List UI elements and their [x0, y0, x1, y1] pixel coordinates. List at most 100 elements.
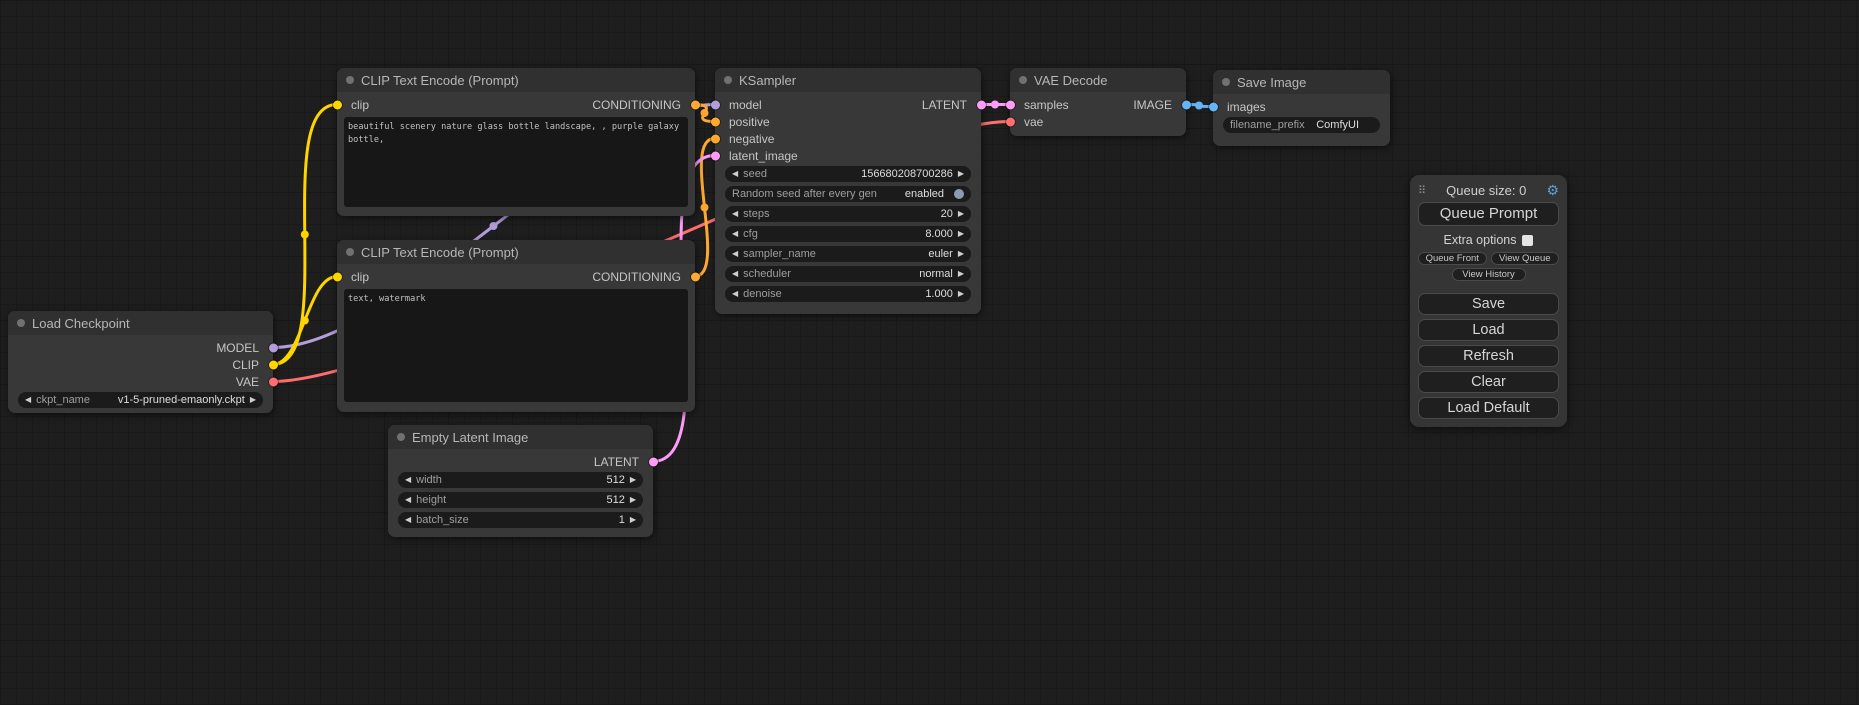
node-header[interactable]: CLIP Text Encode (Prompt) [337, 240, 695, 264]
node-empty-latent-image[interactable]: Empty Latent Image LATENT ◀ width 512 ▶ … [388, 425, 653, 537]
negative-input-dot[interactable] [711, 134, 720, 143]
node-title: Save Image [1237, 75, 1306, 90]
prev-value-arrow-icon[interactable]: ◀ [732, 210, 738, 218]
queue-menu-panel: ⠿ Queue size: 0 ⚙ Queue Prompt Extra opt… [1410, 175, 1567, 427]
steps-widget[interactable]: ◀ steps 20 ▶ [725, 206, 971, 222]
conditioning-output-dot[interactable] [691, 272, 700, 281]
collapse-dot-icon[interactable] [1019, 76, 1027, 84]
save-button[interactable]: Save [1418, 293, 1559, 315]
next-value-arrow-icon[interactable]: ▶ [958, 230, 964, 238]
next-value-arrow-icon[interactable]: ▶ [250, 396, 256, 404]
next-value-arrow-icon[interactable]: ▶ [958, 270, 964, 278]
view-history-button[interactable]: View History [1452, 268, 1526, 281]
queue-front-button[interactable]: Queue Front [1418, 252, 1487, 265]
positive-prompt-textarea[interactable]: beautiful scenery nature glass bottle la… [344, 117, 688, 207]
drag-handle-icon[interactable]: ⠿ [1418, 184, 1426, 197]
settings-gear-icon[interactable]: ⚙ [1546, 182, 1559, 199]
prev-value-arrow-icon[interactable]: ◀ [405, 476, 411, 484]
collapse-dot-icon[interactable] [17, 319, 25, 327]
widget-value: 1 [619, 514, 625, 526]
sampler-name-widget[interactable]: ◀ sampler_name euler ▶ [725, 246, 971, 262]
node-ksampler[interactable]: KSampler model LATENT positive negative … [715, 68, 981, 314]
collapse-dot-icon[interactable] [724, 76, 732, 84]
node-clip-text-encode-negative[interactable]: CLIP Text Encode (Prompt) clip CONDITION… [337, 240, 695, 412]
next-value-arrow-icon[interactable]: ▶ [958, 210, 964, 218]
node-header[interactable]: Save Image [1213, 70, 1390, 94]
next-value-arrow-icon[interactable]: ▶ [630, 496, 636, 504]
slot-row: clip CONDITIONING [337, 96, 695, 113]
node-save-image[interactable]: Save Image images filename_prefix ComfyU… [1213, 70, 1390, 146]
load-button[interactable]: Load [1418, 319, 1559, 341]
negative-prompt-textarea[interactable]: text, watermark [344, 289, 688, 402]
images-input-dot[interactable] [1209, 102, 1218, 111]
latent-output-dot[interactable] [649, 457, 658, 466]
batch-size-widget[interactable]: ◀ batch_size 1 ▶ [398, 512, 643, 528]
widget-value: euler [928, 248, 952, 260]
node-header[interactable]: Load Checkpoint [8, 311, 273, 335]
cfg-widget[interactable]: ◀ cfg 8.000 ▶ [725, 226, 971, 242]
prev-value-arrow-icon[interactable]: ◀ [732, 230, 738, 238]
clip-output-dot[interactable] [269, 360, 278, 369]
node-load-checkpoint[interactable]: Load Checkpoint MODEL CLIP VAE ◀ ckpt_na… [8, 311, 273, 413]
node-header[interactable]: CLIP Text Encode (Prompt) [337, 68, 695, 92]
node-clip-text-encode-positive[interactable]: CLIP Text Encode (Prompt) clip CONDITION… [337, 68, 695, 216]
input-label: negative [729, 132, 774, 146]
conditioning-output-dot[interactable] [691, 100, 700, 109]
next-value-arrow-icon[interactable]: ▶ [958, 250, 964, 258]
vae-output-dot[interactable] [269, 377, 278, 386]
prev-value-arrow-icon[interactable]: ◀ [732, 290, 738, 298]
samples-input-dot[interactable] [1006, 100, 1015, 109]
clip-input-dot[interactable] [333, 100, 342, 109]
node-vae-decode[interactable]: VAE Decode samples IMAGE vae [1010, 68, 1186, 136]
seed-widget[interactable]: ◀ seed 156680208700286 ▶ [725, 166, 971, 182]
view-queue-button[interactable]: View Queue [1491, 252, 1560, 265]
slot-row-samples-image: samples IMAGE [1010, 96, 1186, 113]
prev-value-arrow-icon[interactable]: ◀ [405, 516, 411, 524]
input-label: clip [351, 98, 369, 112]
positive-input-dot[interactable] [711, 117, 720, 126]
random-seed-widget[interactable]: Random seed after every gen enabled [725, 186, 971, 202]
scheduler-widget[interactable]: ◀ scheduler normal ▶ [725, 266, 971, 282]
collapse-dot-icon[interactable] [1222, 78, 1230, 86]
height-widget[interactable]: ◀ height 512 ▶ [398, 492, 643, 508]
collapse-dot-icon[interactable] [346, 76, 354, 84]
filename-prefix-widget[interactable]: filename_prefix ComfyUI [1223, 117, 1380, 133]
extra-options-checkbox[interactable] [1522, 235, 1533, 246]
node-header[interactable]: VAE Decode [1010, 68, 1186, 92]
clear-button[interactable]: Clear [1418, 371, 1559, 393]
next-value-arrow-icon[interactable]: ▶ [630, 476, 636, 484]
widget-value: 20 [941, 208, 953, 220]
next-value-arrow-icon[interactable]: ▶ [958, 170, 964, 178]
image-output-dot[interactable] [1182, 100, 1191, 109]
prev-value-arrow-icon[interactable]: ◀ [405, 496, 411, 504]
prev-value-arrow-icon[interactable]: ◀ [732, 250, 738, 258]
latent-image-input-dot[interactable] [711, 151, 720, 160]
node-header[interactable]: Empty Latent Image [388, 425, 653, 449]
next-value-arrow-icon[interactable]: ▶ [958, 290, 964, 298]
prev-value-arrow-icon[interactable]: ◀ [732, 170, 738, 178]
load-default-button[interactable]: Load Default [1418, 397, 1559, 419]
next-value-arrow-icon[interactable]: ▶ [630, 516, 636, 524]
prev-value-arrow-icon[interactable]: ◀ [732, 270, 738, 278]
vae-input-dot[interactable] [1006, 117, 1015, 126]
refresh-button[interactable]: Refresh [1418, 345, 1559, 367]
collapse-dot-icon[interactable] [346, 248, 354, 256]
prev-value-arrow-icon[interactable]: ◀ [25, 396, 31, 404]
random-seed-toggle-icon[interactable] [954, 189, 964, 199]
input-slot-latent-image: latent_image [715, 147, 981, 164]
latent-output-dot[interactable] [977, 100, 986, 109]
widget-value: 8.000 [925, 228, 953, 240]
node-header[interactable]: KSampler [715, 68, 981, 92]
widget-label: denoise [743, 288, 782, 300]
width-widget[interactable]: ◀ width 512 ▶ [398, 472, 643, 488]
widget-label: seed [743, 168, 767, 180]
model-input-dot[interactable] [711, 100, 720, 109]
denoise-widget[interactable]: ◀ denoise 1.000 ▶ [725, 286, 971, 302]
model-output-dot[interactable] [269, 343, 278, 352]
clip-input-dot[interactable] [333, 272, 342, 281]
output-label: MODEL [216, 341, 259, 355]
ckpt-name-widget[interactable]: ◀ ckpt_name v1-5-pruned-emaonly.ckpt ▶ [18, 392, 263, 408]
widget-value: enabled [905, 188, 944, 200]
queue-prompt-button[interactable]: Queue Prompt [1418, 202, 1559, 226]
collapse-dot-icon[interactable] [397, 433, 405, 441]
